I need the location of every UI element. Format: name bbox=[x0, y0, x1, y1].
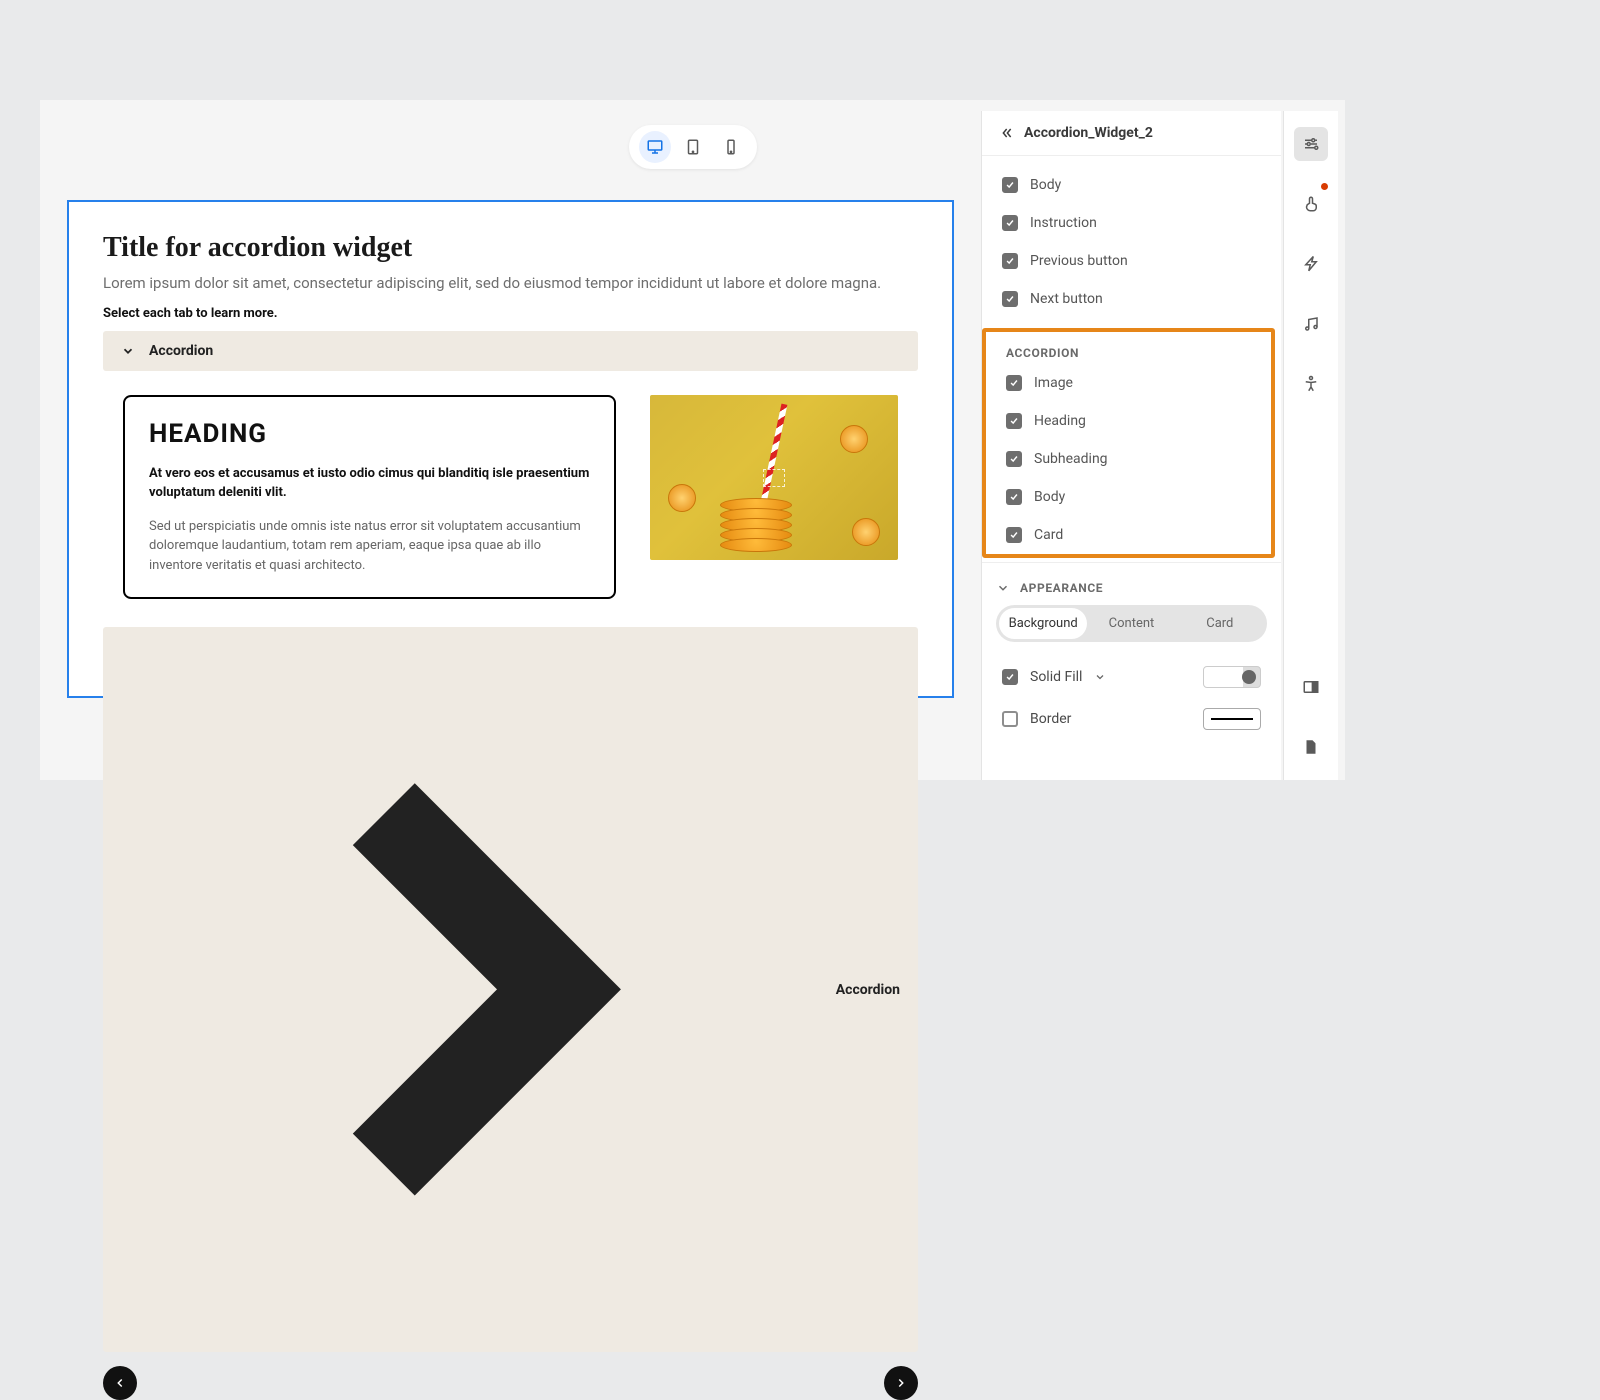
device-mobile-button[interactable] bbox=[715, 131, 747, 163]
accordion-subheading-label: Subheading bbox=[1034, 451, 1108, 467]
device-desktop-button[interactable] bbox=[639, 131, 671, 163]
file-icon bbox=[1302, 738, 1320, 756]
editor-stage: Title for accordion widget Lorem ipsum d… bbox=[40, 100, 1345, 780]
split-view-button[interactable] bbox=[1294, 670, 1328, 704]
file-button[interactable] bbox=[1294, 730, 1328, 764]
accordion-body-text: Sed ut perspiciatis unde omnis iste natu… bbox=[149, 517, 590, 576]
border-row[interactable]: Border bbox=[982, 698, 1281, 740]
element-next-label: Next button bbox=[1030, 291, 1103, 307]
sliders-icon bbox=[1302, 135, 1320, 153]
properties-panel: Accordion_Widget_2 Body Instruction Prev… bbox=[981, 111, 1281, 780]
element-body-label: Body bbox=[1030, 177, 1061, 193]
fill-color-swatch[interactable] bbox=[1203, 666, 1261, 688]
element-instruction[interactable]: Instruction bbox=[982, 204, 1281, 242]
accessibility-button[interactable] bbox=[1294, 367, 1328, 401]
chevron-down-icon[interactable] bbox=[1094, 671, 1106, 683]
checkbox-checked-icon[interactable] bbox=[1006, 375, 1022, 391]
accordion-elements-highlight: ACCORDION Image Heading Subheading Body … bbox=[982, 328, 1275, 558]
elements-list: Body Instruction Previous button Next bu… bbox=[982, 156, 1281, 324]
accordion-image[interactable] bbox=[650, 395, 898, 560]
desktop-icon bbox=[646, 138, 664, 156]
accordion-card[interactable]: HEADING At vero eos et accusamus et iust… bbox=[123, 395, 616, 599]
right-toolbar bbox=[1283, 111, 1338, 780]
checkbox-checked-icon[interactable] bbox=[1006, 413, 1022, 429]
checkbox-checked-icon[interactable] bbox=[1006, 451, 1022, 467]
widget-instruction: Select each tab to learn more. bbox=[103, 306, 918, 321]
split-icon bbox=[1302, 678, 1320, 696]
widget-description: Lorem ipsum dolor sit amet, consectetur … bbox=[103, 274, 918, 292]
accordion-element-card[interactable]: Card bbox=[986, 516, 1271, 554]
element-previous-button[interactable]: Previous button bbox=[982, 242, 1281, 280]
accordion-image-label: Image bbox=[1034, 375, 1073, 391]
accordion-element-image[interactable]: Image bbox=[986, 364, 1271, 402]
accordion-collapsed-label: Accordion bbox=[836, 982, 900, 998]
device-tablet-button[interactable] bbox=[677, 131, 709, 163]
accordion-card-label: Card bbox=[1034, 527, 1063, 543]
nav-arrows bbox=[103, 1366, 918, 1400]
border-style-swatch[interactable] bbox=[1203, 708, 1261, 730]
appearance-header[interactable]: APPEARANCE bbox=[982, 569, 1281, 605]
panel-header[interactable]: Accordion_Widget_2 bbox=[982, 111, 1281, 156]
interactions-button[interactable] bbox=[1294, 187, 1328, 221]
accordion-subheading: At vero eos et accusamus et iusto odio c… bbox=[149, 465, 590, 503]
checkbox-checked-icon[interactable] bbox=[1006, 489, 1022, 505]
accordion-heading-label: Heading bbox=[1034, 413, 1086, 429]
solid-fill-label: Solid Fill bbox=[1030, 669, 1082, 685]
appearance-section: APPEARANCE Background Content Card Solid… bbox=[982, 562, 1281, 740]
audio-button[interactable] bbox=[1294, 307, 1328, 341]
accordion-heading: HEADING bbox=[149, 419, 590, 449]
previous-button[interactable] bbox=[103, 1366, 137, 1400]
music-icon bbox=[1302, 315, 1320, 333]
checkbox-checked-icon[interactable] bbox=[1002, 253, 1018, 269]
arrow-right-icon bbox=[894, 1376, 908, 1390]
next-button[interactable] bbox=[884, 1366, 918, 1400]
tablet-icon bbox=[684, 138, 702, 156]
arrow-left-icon bbox=[113, 1376, 127, 1390]
checkbox-unchecked-icon[interactable] bbox=[1002, 711, 1018, 727]
checkbox-checked-icon[interactable] bbox=[1002, 669, 1018, 685]
tab-content[interactable]: Content bbox=[1087, 608, 1175, 639]
accordion-section-label: ACCORDION bbox=[986, 332, 1271, 364]
accordion-body: HEADING At vero eos et accusamus et iust… bbox=[103, 371, 918, 621]
accordion-header-open[interactable]: Accordion bbox=[103, 331, 918, 371]
mobile-icon bbox=[722, 138, 740, 156]
element-next-button[interactable]: Next button bbox=[982, 280, 1281, 318]
notification-badge-icon bbox=[1321, 183, 1328, 190]
settings-button[interactable] bbox=[1294, 127, 1328, 161]
accordion-header-collapsed[interactable]: Accordion bbox=[103, 627, 918, 1352]
tab-card[interactable]: Card bbox=[1176, 608, 1264, 639]
appearance-tabs: Background Content Card bbox=[996, 605, 1267, 642]
accordion-element-subheading[interactable]: Subheading bbox=[986, 440, 1271, 478]
device-toggle bbox=[629, 125, 757, 169]
element-previous-label: Previous button bbox=[1030, 253, 1128, 269]
checkbox-checked-icon[interactable] bbox=[1002, 215, 1018, 231]
chevron-down-icon bbox=[996, 581, 1010, 595]
border-label: Border bbox=[1030, 711, 1071, 727]
tab-background[interactable]: Background bbox=[999, 608, 1087, 639]
accordion-element-heading[interactable]: Heading bbox=[986, 402, 1271, 440]
animations-button[interactable] bbox=[1294, 247, 1328, 281]
element-instruction-label: Instruction bbox=[1030, 215, 1097, 231]
accessibility-icon bbox=[1302, 375, 1320, 393]
widget-canvas[interactable]: Title for accordion widget Lorem ipsum d… bbox=[67, 200, 954, 698]
checkbox-checked-icon[interactable] bbox=[1002, 177, 1018, 193]
chevron-right-icon bbox=[121, 639, 822, 1340]
accordion-element-body[interactable]: Body bbox=[986, 478, 1271, 516]
widget-title: Title for accordion widget bbox=[103, 232, 918, 264]
panel-title: Accordion_Widget_2 bbox=[1024, 125, 1153, 141]
solid-fill-row[interactable]: Solid Fill bbox=[982, 656, 1281, 698]
checkbox-checked-icon[interactable] bbox=[1002, 291, 1018, 307]
collapse-left-icon bbox=[998, 125, 1014, 141]
appearance-label: APPEARANCE bbox=[1020, 581, 1103, 595]
bolt-icon bbox=[1302, 255, 1320, 273]
element-body[interactable]: Body bbox=[982, 166, 1281, 204]
accordion-body-label: Body bbox=[1034, 489, 1065, 505]
accordion-open-label: Accordion bbox=[149, 343, 213, 359]
chevron-down-icon bbox=[121, 344, 135, 358]
tap-icon bbox=[1302, 195, 1320, 213]
checkbox-checked-icon[interactable] bbox=[1006, 527, 1022, 543]
image-handle-icon bbox=[763, 469, 785, 487]
